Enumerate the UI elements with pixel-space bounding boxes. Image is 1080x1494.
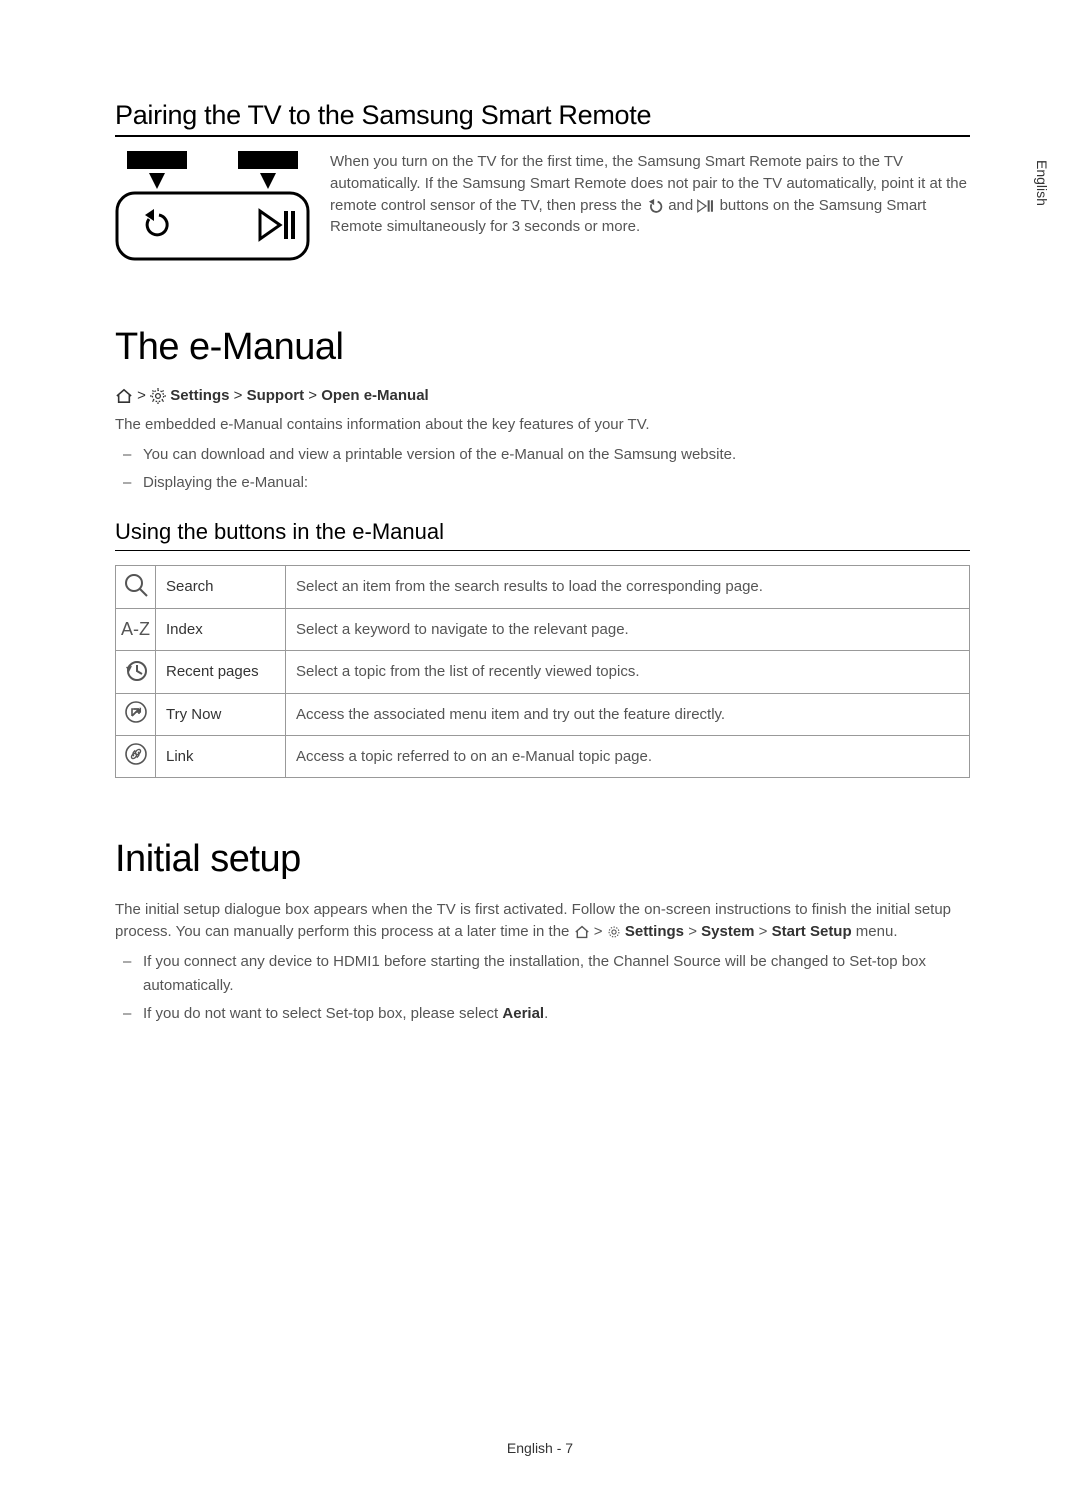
crumb-system: System xyxy=(701,923,754,940)
remote-pairing-illustration xyxy=(115,151,310,261)
list-item: If you connect any device to HDMI1 befor… xyxy=(133,950,970,998)
search-icon xyxy=(123,572,149,598)
list-item-text-suffix: . xyxy=(544,1005,548,1022)
remote-diagram xyxy=(115,151,310,266)
icon-cell xyxy=(116,735,156,777)
settings-gear-icon xyxy=(607,925,621,939)
initial-setup-bullet-list: If you connect any device to HDMI1 befor… xyxy=(115,950,970,1026)
crumb-settings: Settings xyxy=(625,923,684,940)
initial-setup-description: The initial setup dialogue box appears w… xyxy=(115,899,970,944)
emanual-bullet-list: You can download and view a printable ve… xyxy=(115,443,970,495)
table-label: Index xyxy=(156,608,286,650)
table-label: Try Now xyxy=(156,693,286,735)
table-row: Link Access a topic referred to on an e-… xyxy=(116,735,970,777)
initial-desc-after: menu. xyxy=(852,923,898,940)
list-item: If you do not want to select Set-top box… xyxy=(133,1002,970,1026)
page-footer: English - 7 xyxy=(0,1440,1080,1456)
crumb-start-setup: Start Setup xyxy=(772,923,852,940)
icon-cell xyxy=(116,693,156,735)
emanual-breadcrumb: > Settings > Support > Open e-Manual xyxy=(115,387,970,404)
table-desc: Select a topic from the list of recently… xyxy=(286,650,970,693)
crumb-settings: Settings xyxy=(170,387,229,404)
emanual-title: The e-Manual xyxy=(115,326,970,369)
aerial-label: Aerial xyxy=(502,1005,544,1022)
table-label: Search xyxy=(156,565,286,608)
language-side-label: English xyxy=(1034,160,1050,206)
pairing-section-title: Pairing the TV to the Samsung Smart Remo… xyxy=(115,100,970,137)
index-icon: A-Z xyxy=(121,619,150,639)
home-icon xyxy=(574,925,590,939)
settings-gear-icon xyxy=(150,388,166,404)
table-row: Search Select an item from the search re… xyxy=(116,565,970,608)
emanual-description: The embedded e-Manual contains informati… xyxy=(115,414,970,437)
pairing-description: When you turn on the TV for the first ti… xyxy=(330,151,970,238)
table-desc: Select a keyword to navigate to the rele… xyxy=(286,608,970,650)
emanual-subsection-title: Using the buttons in the e-Manual xyxy=(115,519,970,551)
table-row: A-Z Index Select a keyword to navigate t… xyxy=(116,608,970,650)
crumb-open: Open e-Manual xyxy=(321,387,429,404)
table-label: Recent pages xyxy=(156,650,286,693)
emanual-buttons-table: Search Select an item from the search re… xyxy=(115,565,970,778)
icon-cell xyxy=(116,565,156,608)
icon-cell xyxy=(116,650,156,693)
table-label: Link xyxy=(156,735,286,777)
try-now-icon xyxy=(124,700,148,724)
table-desc: Access a topic referred to on an e-Manua… xyxy=(286,735,970,777)
table-desc: Select an item from the search results t… xyxy=(286,565,970,608)
back-icon xyxy=(646,199,664,213)
list-item: You can download and view a printable ve… xyxy=(133,443,970,467)
list-item-text: Displaying the e-Manual: xyxy=(143,474,308,491)
recent-pages-icon xyxy=(123,657,149,683)
crumb-support: Support xyxy=(247,387,305,404)
pairing-text-mid: and xyxy=(668,197,697,214)
pairing-block: When you turn on the TV for the first ti… xyxy=(115,151,970,266)
link-icon xyxy=(124,742,148,766)
table-desc: Access the associated menu item and try … xyxy=(286,693,970,735)
icon-cell: A-Z xyxy=(116,608,156,650)
list-item: Displaying the e-Manual: xyxy=(133,471,970,495)
play-pause-icon xyxy=(697,199,715,213)
table-row: Recent pages Select a topic from the lis… xyxy=(116,650,970,693)
home-icon xyxy=(115,388,133,404)
initial-setup-title: Initial setup xyxy=(115,838,970,881)
list-item-text-prefix: If you do not want to select Set-top box… xyxy=(143,1005,502,1022)
table-row: Try Now Access the associated menu item … xyxy=(116,693,970,735)
